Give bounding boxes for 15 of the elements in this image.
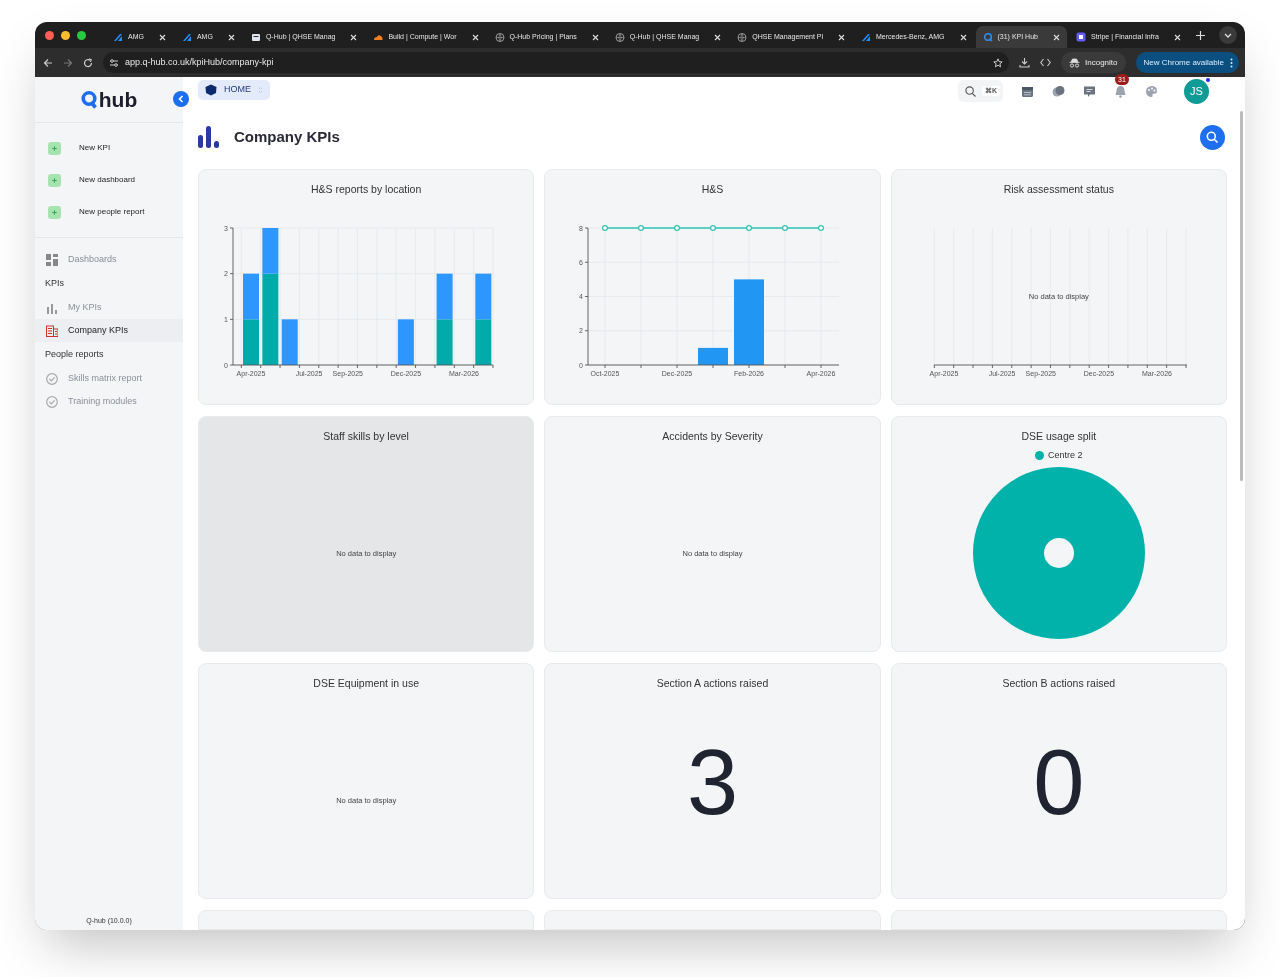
section-label: People reports xyxy=(44,347,105,361)
card-title: Section B actions raised xyxy=(1001,676,1117,691)
card-title: H&S reports by location xyxy=(310,182,423,197)
card-title: Section A actions raised xyxy=(655,676,770,691)
card-title: Staff skills by level xyxy=(322,429,410,444)
kpi-value: 3 xyxy=(685,736,740,828)
kpi-value: 0 xyxy=(1032,736,1086,828)
card-title: Risk assessment status xyxy=(1002,182,1115,197)
legend-label: Centre 2 xyxy=(1048,448,1083,462)
card-title: DSE usage split xyxy=(1020,429,1098,444)
card-title: H&S xyxy=(700,182,725,197)
section-label: KPIs xyxy=(44,276,65,290)
card-title: Accidents by Severity xyxy=(661,429,764,444)
page-title: Company KPIs xyxy=(234,126,340,147)
card-title: DSE Equipment in use xyxy=(312,676,420,691)
